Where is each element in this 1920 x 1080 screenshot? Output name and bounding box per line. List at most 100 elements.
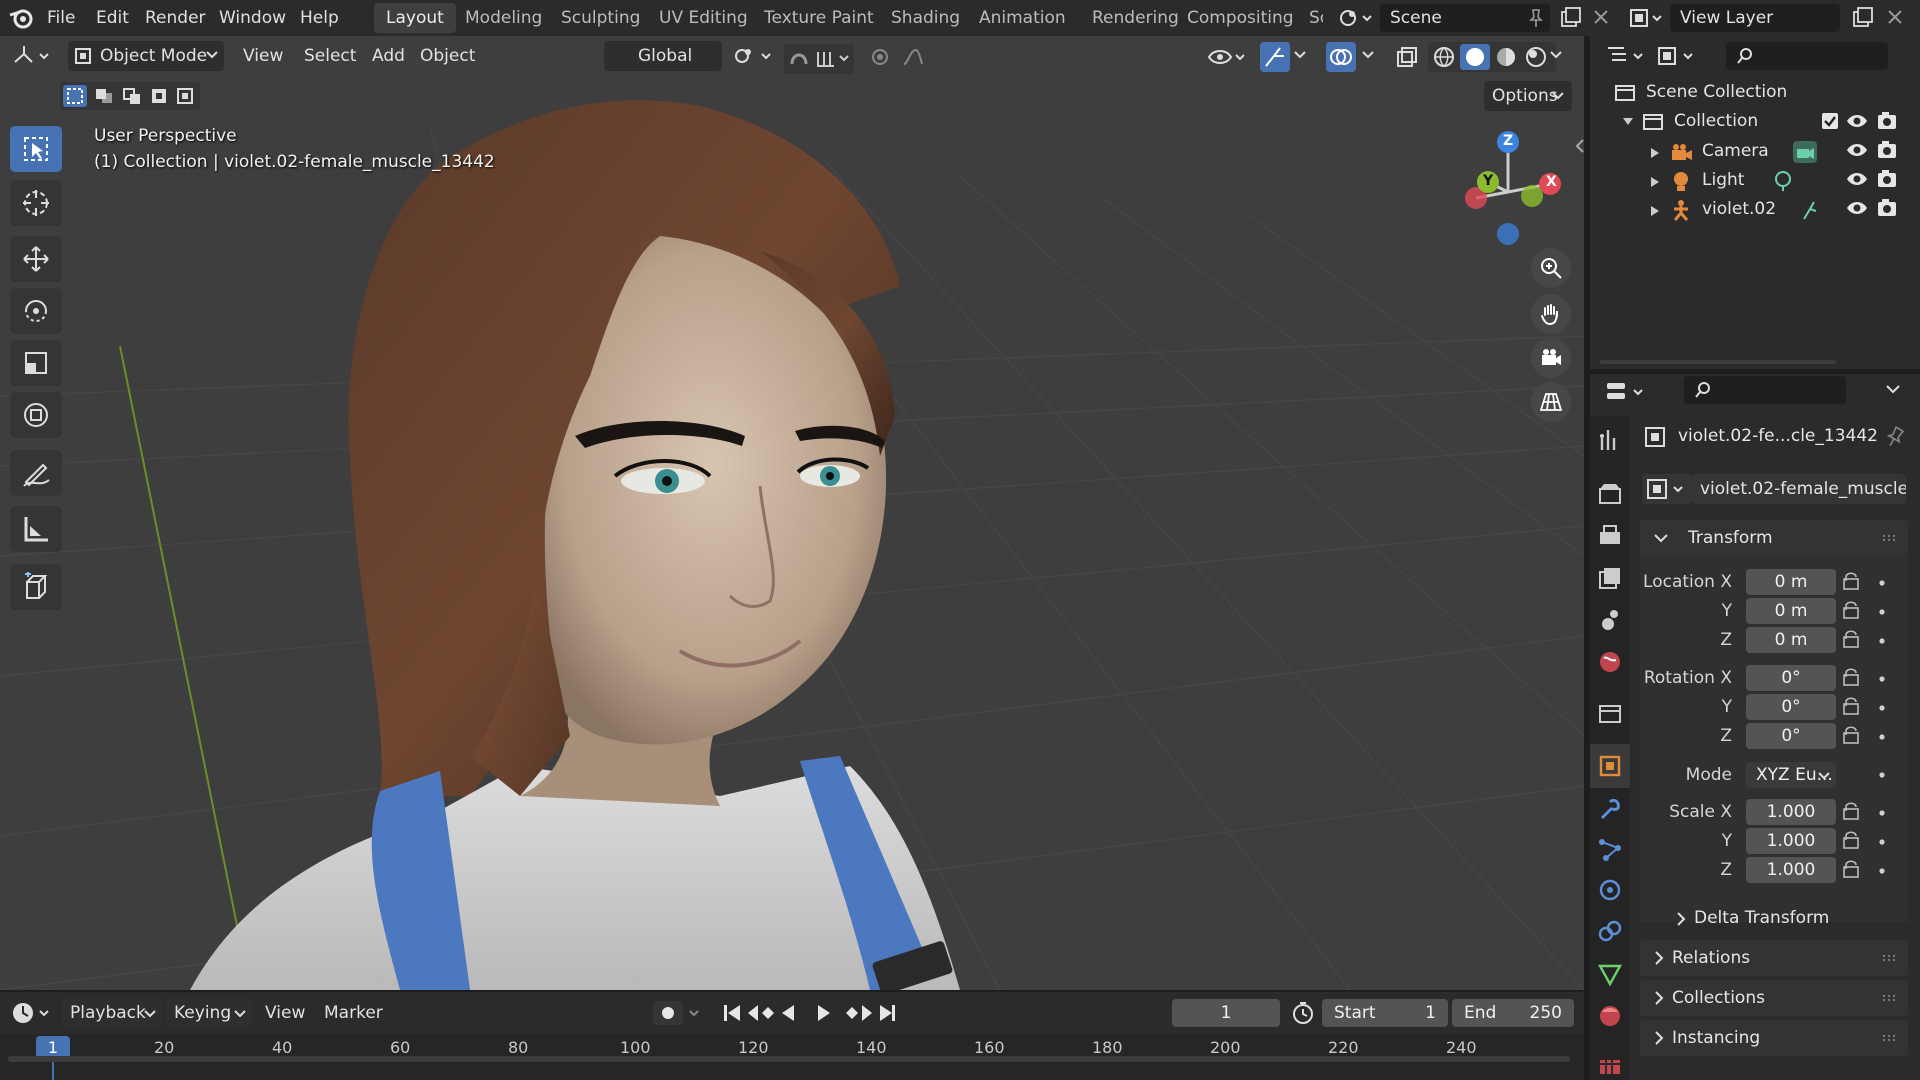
rotation-x-field[interactable]: 0° [1746,665,1836,691]
expand-arrow-icon[interactable] [1650,147,1660,159]
menu-add[interactable]: Add [364,41,413,71]
gizmo-toggle-icon[interactable] [1260,42,1290,72]
delete-scene-icon[interactable] [1591,7,1611,27]
location-x-field[interactable]: 0 m [1746,569,1836,595]
pin-icon[interactable] [1527,8,1545,28]
scene-browse-icon[interactable] [1338,5,1374,31]
visibility-dropdown-icon[interactable] [1206,44,1250,70]
scale-y-field[interactable]: 1.000 [1746,828,1836,854]
scene-name-field[interactable]: Scene [1380,4,1550,32]
object-browse-dropdown[interactable] [1642,474,1692,504]
scene-tab-icon[interactable] [1596,606,1624,634]
rotation-y-field[interactable]: 0° [1746,694,1836,720]
outliner-editor-type-icon[interactable] [1604,42,1646,70]
drag-handle-icon[interactable] [1882,994,1898,1002]
transform-orientation-dropdown[interactable]: Global [604,41,722,71]
render-toggle-camera-icon[interactable] [1876,169,1898,189]
tab-uv-editing[interactable]: UV Editing [647,3,760,33]
move-tool[interactable] [10,236,62,282]
timeline-scrollbar[interactable] [8,1056,1570,1062]
timeline-editor-type-icon[interactable] [10,998,52,1028]
expand-arrow-icon[interactable] [1622,117,1634,127]
chevron-down-icon[interactable] [1550,50,1562,60]
chevron-down-icon[interactable] [1294,50,1306,60]
visibility-toggle-eye-icon[interactable] [1846,112,1868,130]
tab-texture-paint[interactable]: Texture Paint [752,3,886,33]
menu-edit[interactable]: Edit [96,0,129,36]
armature-data-icon[interactable] [1800,199,1820,221]
expand-arrow-icon[interactable] [1650,205,1660,217]
rotation-z-field[interactable]: 0° [1746,723,1836,749]
scene-collection-row[interactable]: Scene Collection [1612,78,1787,107]
timeline-menu-marker[interactable]: Marker [316,998,391,1028]
location-y-field[interactable]: 0 m [1746,598,1836,624]
tab-modeling[interactable]: Modeling [453,3,554,33]
measure-tool[interactable] [10,506,62,552]
pan-hand-icon[interactable] [1531,294,1571,334]
auto-keying-record-icon[interactable] [652,1000,704,1026]
visibility-toggle-eye-icon[interactable] [1846,199,1868,217]
tab-scripting[interactable]: Sc [1297,3,1323,33]
light-data-icon[interactable] [1773,170,1793,192]
select-box-tool[interactable] [10,126,62,172]
display-mode-icon[interactable] [1656,42,1698,70]
playback-dropdown[interactable]: Playback [62,998,162,1028]
pin-icon[interactable] [1885,426,1905,448]
transform-panel-header[interactable]: Transform [1640,520,1908,556]
menu-select[interactable]: Select [296,41,364,71]
outliner-search-input[interactable] [1726,42,1888,70]
tab-sculpting[interactable]: Sculpting [549,3,652,33]
camera-view-icon[interactable] [1531,338,1571,378]
drag-handle-icon[interactable] [1882,954,1898,962]
perspective-toggle-icon[interactable] [1531,382,1571,422]
collection-tab-icon[interactable] [1596,700,1624,728]
render-tab-icon[interactable] [1596,480,1624,508]
chevron-down-icon[interactable] [1886,384,1900,396]
output-tab-icon[interactable] [1596,522,1624,550]
delta-transform-subpanel[interactable]: Delta Transform [1640,900,1908,936]
add-cube-tool[interactable] [10,564,62,610]
snapping-group[interactable] [784,44,854,74]
menu-render[interactable]: Render [145,0,206,36]
drag-handle-icon[interactable] [1882,534,1898,542]
playback-controls[interactable] [718,1000,898,1026]
outliner-scrollbar[interactable] [1600,360,1836,364]
rotate-tool[interactable] [10,288,62,334]
menu-window[interactable]: Window [219,0,286,36]
timeline-menu-view[interactable]: View [257,998,313,1028]
scale-x-field[interactable]: 1.000 [1746,799,1836,825]
menu-object[interactable]: Object [412,41,483,71]
menu-file[interactable]: File [47,0,75,36]
particles-tab-icon[interactable] [1596,836,1624,864]
transform-tool[interactable] [10,392,62,438]
tab-animation[interactable]: Animation [967,3,1078,33]
render-toggle-camera-icon[interactable] [1876,111,1898,131]
new-view-layer-icon[interactable] [1851,6,1875,30]
constraints-tab-icon[interactable] [1596,918,1624,946]
camera-data-icon[interactable] [1792,140,1818,164]
lock-location-group[interactable] [1842,569,1902,899]
sidebar-toggle-icon[interactable] [1575,138,1585,154]
pivot-point-icon[interactable] [732,46,778,66]
instancing-panel-header[interactable]: Instancing [1640,1020,1908,1056]
drag-handle-icon[interactable] [1882,1034,1898,1042]
start-frame-field[interactable]: Start 1 [1322,999,1448,1027]
tool-tab-icon[interactable] [1596,426,1624,454]
delete-view-layer-icon[interactable] [1885,7,1905,27]
physics-tab-icon[interactable] [1596,876,1624,904]
new-scene-icon[interactable] [1559,6,1583,30]
render-toggle-camera-icon[interactable] [1876,198,1898,218]
render-toggle-camera-icon[interactable] [1876,140,1898,160]
chevron-down-icon[interactable] [1362,50,1374,60]
scale-tool[interactable] [10,340,62,386]
object-name-field[interactable]: violet.02-female_muscle_... [1692,474,1906,504]
properties-search-input[interactable] [1684,376,1846,404]
selection-mode-group[interactable] [60,82,200,110]
scale-z-field[interactable]: 1.000 [1746,857,1836,883]
blender-logo-icon[interactable] [8,6,34,30]
tab-layout[interactable]: Layout [374,3,456,33]
texture-tab-icon[interactable] [1596,1052,1624,1080]
view-layer-tab-icon[interactable] [1596,564,1624,592]
tab-compositing[interactable]: Compositing [1175,3,1306,33]
shading-mode-group[interactable] [1428,42,1556,72]
